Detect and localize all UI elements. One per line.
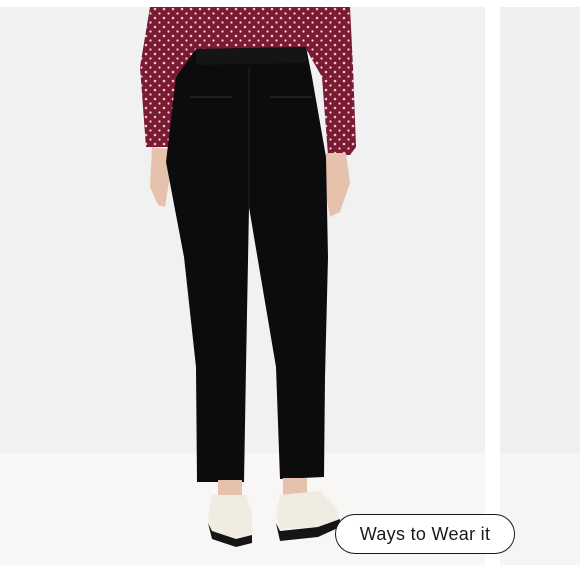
model-photo [140,7,356,547]
product-image-main[interactable] [0,7,485,565]
floor-backdrop [500,453,580,565]
pants [166,47,328,482]
right-hand [324,153,350,217]
product-image-next[interactable] [500,7,580,565]
product-image-gallery: Ways to Wear it [0,0,580,580]
ways-to-wear-button[interactable]: Ways to Wear it [335,514,515,554]
